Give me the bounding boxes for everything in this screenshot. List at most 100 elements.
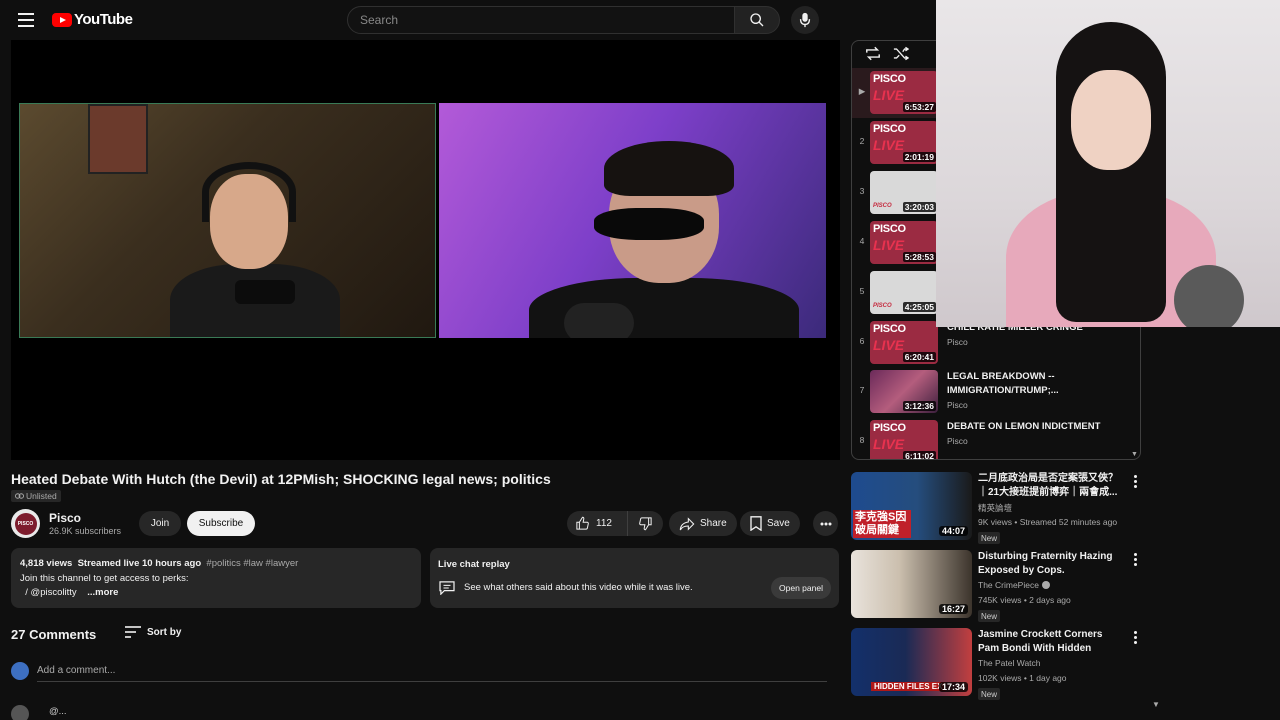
unlisted-badge: Unlisted [11, 490, 61, 502]
comment-author-avatar [11, 705, 29, 720]
link-icon [15, 493, 24, 499]
sort-icon [125, 626, 141, 638]
youtube-logo[interactable]: YouTube [52, 11, 133, 28]
playlist-item[interactable]: 8 PISCO LIVE 6:11:02 DEBATE ON LEMON INDICTM… [852, 417, 1140, 459]
avatar [11, 662, 29, 680]
channel-name[interactable]: Pisco [49, 511, 81, 525]
recommended-video[interactable]: 李克強S因 破局關鍵 44:07 二月底政治局是否定案張又俠？｜21大接班提前博弈｜… [851, 472, 1151, 547]
like-count: 112 [596, 518, 612, 529]
recommended-video-thumbnail[interactable]: 李克強S因 破局關鍵 44:07 [851, 472, 972, 540]
youtube-watch-page: YouTube Heated Debate With Hutch (t [0, 0, 1280, 720]
video-player[interactable] [11, 40, 840, 460]
thumbnail-brand-top: PISCO [873, 123, 906, 135]
share-button[interactable]: Share [669, 511, 737, 536]
comment-author-name[interactable]: @... [49, 706, 67, 717]
more-options-icon[interactable] [1131, 475, 1139, 489]
more-actions-button[interactable] [813, 511, 838, 536]
loop-icon[interactable] [865, 46, 881, 61]
thumbnail-brand-bottom: LIVE [873, 137, 905, 153]
chat-icon [439, 581, 455, 595]
page-scroll-down-icon[interactable]: ▼ [1152, 700, 1160, 709]
playlist-item-duration: 3:12:36 [902, 401, 936, 411]
save-button[interactable]: Save [740, 511, 800, 536]
like-button[interactable]: 112 [567, 511, 628, 536]
join-button[interactable]: Join [139, 511, 181, 536]
voice-search-button[interactable] [791, 6, 819, 34]
studio-mic-right [564, 303, 634, 338]
playlist-item-duration: 5:28:53 [902, 252, 936, 262]
playlist-item-title[interactable]: LEGAL BREAKDOWN -- IMMIGRATION/TRUMP;... [947, 370, 1127, 398]
recommended-video-title[interactable]: Disturbing Fraternity Hazing Exposed by … [978, 550, 1123, 577]
playlist-item-index: 8 [859, 435, 865, 445]
recommended-video-thumbnail[interactable]: 16:27 [851, 550, 972, 618]
recommended-video-channel-name: The CrimePiece [978, 580, 1039, 590]
playlist-item-index: 2 [859, 136, 865, 146]
menu-icon[interactable] [18, 13, 34, 27]
playlist-item[interactable]: 7 3:12:36 LEGAL BREAKDOWN -- IMMIGRATION/T… [852, 367, 1140, 417]
more-link[interactable]: ...more [87, 587, 118, 598]
recommended-video-channel[interactable]: 精英論壇 [978, 502, 1012, 514]
video-title: Heated Debate With Hutch (the Devil) at … [11, 471, 551, 487]
recommended-video-title[interactable]: Jasmine Crockett Corners Pam Bondi With … [978, 628, 1123, 656]
description-box[interactable]: 4,818 views Streamed live 10 hours ago #… [11, 548, 421, 608]
playlist-scroll-down-icon[interactable]: ▼ [1131, 451, 1138, 458]
streamed-date: Streamed live 10 hours ago [77, 558, 202, 569]
description-line-1: Join this channel to get access to perks… [20, 572, 189, 584]
thumbnail-brand-top: PISCO [873, 223, 906, 235]
new-badge: New [978, 610, 1001, 622]
channel-avatar[interactable]: PISCO [11, 509, 40, 538]
player-person-right-hair [604, 141, 734, 196]
hashtags[interactable]: #politics #law #lawyer [206, 558, 298, 569]
thumbnail-brand-top: PISCO [873, 303, 892, 309]
playlist-item-thumbnail: PISCO LIVE 5:28:53 [870, 221, 938, 264]
search-button[interactable] [734, 6, 780, 34]
playlist-item-index: 6 [859, 336, 865, 346]
sort-by-label: Sort by [147, 626, 182, 638]
thumbnail-brand-top: PISCO [873, 203, 892, 209]
playlist-item-thumbnail: PISCO 3:20:03 [870, 171, 938, 214]
sort-by-button[interactable]: Sort by [125, 626, 181, 638]
add-comment-input[interactable]: Add a comment... [37, 662, 827, 682]
thumbs-down-icon [639, 517, 652, 531]
shuffle-icon[interactable] [893, 46, 909, 61]
playlist-item-title[interactable]: DEBATE ON LEMON INDICTMENT [947, 420, 1127, 434]
recommended-video[interactable]: HIDDEN FILES EX 17:34 Jasmine Crockett Cor… [851, 628, 1151, 703]
playlist-item-duration: 6:20:41 [902, 352, 936, 362]
search-box [347, 6, 735, 34]
playlist-item-thumbnail: PISCO LIVE 6:20:41 [870, 321, 938, 364]
playlist-item-channel[interactable]: Pisco [947, 400, 968, 410]
recommended-video-meta: 102K views • 1 day ago [978, 673, 1067, 683]
share-icon [679, 516, 695, 531]
thumbnail-brand-top: PISCO [873, 323, 906, 335]
thumbnail-brand-top: PISCO [873, 73, 906, 85]
unlisted-label: Unlisted [26, 491, 57, 501]
more-options-icon[interactable] [1131, 631, 1139, 645]
comments-count: 27 Comments [11, 627, 97, 642]
recommended-video-meta: 745K views • 2 days ago [978, 595, 1071, 605]
playlist-item-index: 3 [859, 186, 865, 196]
youtube-logo-icon [52, 12, 72, 27]
playlist-item-index: 4 [859, 236, 865, 246]
recommended-video-title[interactable]: 二月底政治局是否定案張又俠？｜21大接班提前博弈｜兩會成... [978, 472, 1123, 499]
recommended-video-meta: 9K views • Streamed 52 minutes ago [978, 517, 1118, 527]
thumbnail-brand-bottom: LIVE [873, 237, 905, 253]
dislike-button[interactable] [628, 511, 663, 536]
more-options-icon[interactable] [1131, 553, 1139, 567]
overlay-person-face [1071, 70, 1151, 170]
recommended-video-channel[interactable]: The Patel Watch [978, 658, 1041, 668]
recommended-video-channel-name: 精英論壇 [978, 503, 1013, 513]
description-handle[interactable]: / @piscolitty [25, 587, 76, 598]
open-panel-button[interactable]: Open panel [771, 577, 831, 599]
search-icon [750, 13, 764, 27]
streamer-webcam-overlay [936, 0, 1280, 327]
subscribe-button[interactable]: Subscribe [187, 511, 255, 536]
playlist-item-channel[interactable]: Pisco [947, 436, 968, 446]
thumbnail-brand-bottom: LIVE [873, 436, 905, 452]
logo-text: YouTube [74, 11, 133, 28]
recommended-video-thumbnail[interactable]: HIDDEN FILES EX 17:34 [851, 628, 972, 696]
view-count: 4,818 views [20, 558, 73, 569]
playlist-item-channel[interactable]: Pisco [947, 337, 968, 347]
search-input[interactable] [348, 7, 734, 33]
recommended-video-channel[interactable]: The CrimePiece [978, 580, 1050, 590]
recommended-video[interactable]: 16:27 Disturbing Fraternity Hazing Expose… [851, 550, 1151, 625]
